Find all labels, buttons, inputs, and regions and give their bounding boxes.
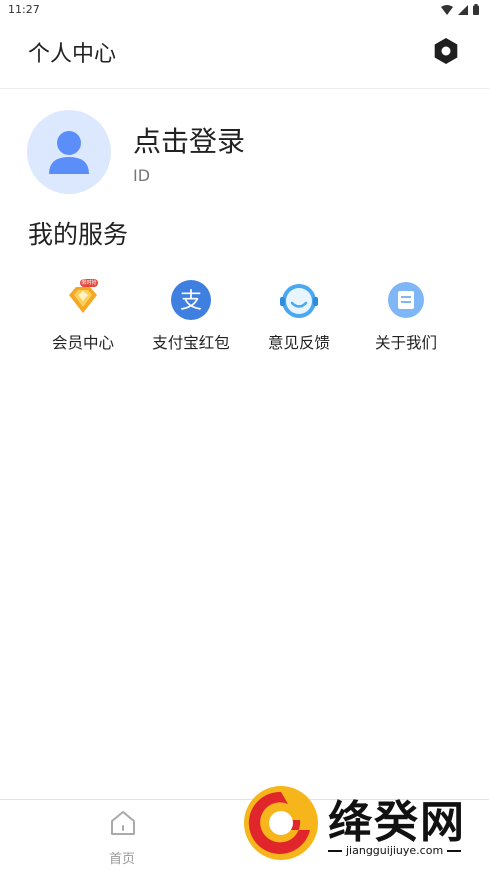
- settings-button[interactable]: [431, 36, 461, 66]
- header: 个人中心: [0, 22, 489, 88]
- signal-icon: [458, 4, 468, 15]
- nav-tab-home[interactable]: 首页: [92, 806, 152, 867]
- watermark-logo-icon: [244, 786, 318, 860]
- service-alipay-redpacket[interactable]: 支 支付宝红包: [136, 276, 246, 356]
- nav-tab-label: 首页: [108, 852, 135, 867]
- user-id-label: ID: [133, 166, 151, 185]
- wifi-icon: [441, 4, 453, 15]
- watermark-url-text: jiangguijiuye.com: [346, 844, 444, 857]
- service-label: 支付宝红包: [152, 334, 230, 352]
- document-icon: [385, 279, 427, 321]
- status-bar: 11:27: [0, 0, 489, 22]
- home-icon: [111, 811, 135, 835]
- battery-icon: [473, 4, 479, 15]
- status-icons: [441, 4, 479, 15]
- watermark-url: jiangguijiuye.com: [328, 844, 478, 857]
- avatar[interactable]: [27, 110, 111, 194]
- watermark: 绛癸网 jiangguijiuye.com: [240, 780, 489, 869]
- vip-diamond-icon: 限时抢: [62, 279, 104, 321]
- settings-icon: [434, 38, 458, 64]
- services-title: 我的服务: [28, 220, 129, 249]
- customer-service-icon: [278, 279, 320, 321]
- service-label: 意见反馈: [267, 334, 330, 352]
- vip-badge: 限时抢: [80, 279, 98, 287]
- status-time: 11:27: [8, 3, 40, 16]
- header-divider: [0, 88, 489, 89]
- service-label: 关于我们: [374, 334, 437, 352]
- service-about-us[interactable]: 关于我们: [351, 276, 461, 356]
- service-vip-center[interactable]: 限时抢 会员中心: [28, 276, 138, 356]
- service-feedback[interactable]: 意见反馈: [244, 276, 354, 356]
- watermark-name: 绛癸网: [328, 797, 466, 848]
- login-link[interactable]: 点击登录: [133, 120, 245, 160]
- user-icon: [49, 131, 89, 174]
- alipay-icon: 支: [170, 279, 212, 321]
- svg-text:支: 支: [180, 289, 202, 314]
- page-title: 个人中心: [28, 42, 117, 67]
- service-label: 会员中心: [51, 334, 114, 352]
